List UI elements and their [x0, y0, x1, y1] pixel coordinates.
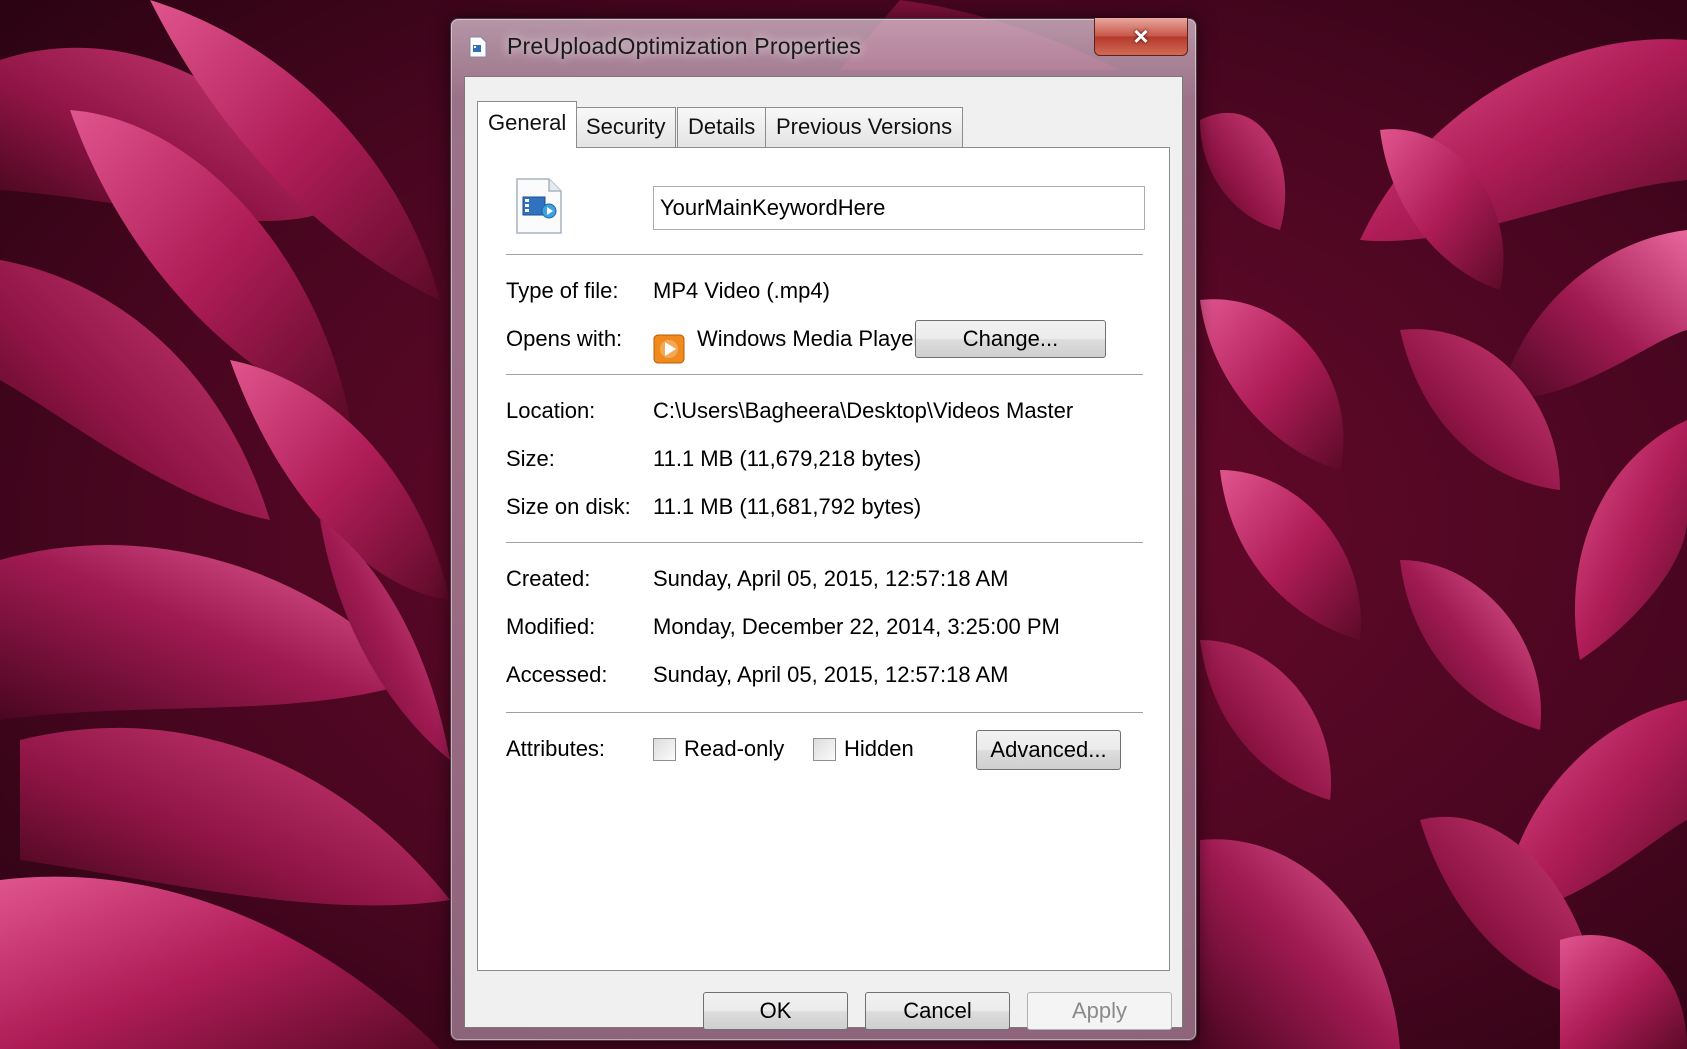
hidden-label[interactable]: Hidden [844, 736, 914, 762]
close-button[interactable]: × [1094, 18, 1188, 56]
advanced-button[interactable]: Advanced... [976, 730, 1121, 770]
windows-media-player-icon [653, 334, 685, 364]
tab-general[interactable]: General [477, 101, 578, 148]
window-title: PreUploadOptimization Properties [507, 33, 862, 59]
location-label: Location: [506, 398, 596, 423]
apply-button[interactable]: Apply [1027, 992, 1172, 1030]
separator [506, 374, 1143, 376]
type-of-file-value: MP4 Video (.mp4) [653, 278, 830, 303]
file-name-input[interactable] [653, 186, 1145, 230]
size-label: Size: [506, 446, 555, 471]
close-icon: × [1133, 21, 1149, 51]
size-on-disk-value: 11.1 MB (11,681,792 bytes) [653, 494, 922, 519]
separator [506, 542, 1143, 544]
tab-security[interactable]: Security [575, 107, 677, 147]
tab-previous-versions[interactable]: Previous Versions [765, 107, 964, 147]
accessed-label: Accessed: [506, 662, 608, 687]
video-file-icon [469, 36, 487, 58]
hidden-checkbox[interactable] [813, 738, 836, 761]
cancel-button[interactable]: Cancel [865, 992, 1010, 1030]
created-value: Sunday, April 05, 2015, 12:57:18 AM [653, 566, 1009, 591]
type-of-file-label: Type of file: [506, 278, 619, 303]
attributes-label: Attributes: [506, 736, 606, 761]
separator [506, 254, 1143, 256]
created-label: Created: [506, 566, 591, 591]
read-only-label[interactable]: Read-only [684, 736, 784, 762]
modified-value: Monday, December 22, 2014, 3:25:00 PM [653, 614, 1060, 639]
tab-details[interactable]: Details [677, 107, 767, 147]
dialog-body: General Security Details Previous Versio… [464, 76, 1183, 1030]
properties-dialog: PreUploadOptimization Properties × Gener… [450, 18, 1197, 1041]
location-value: C:\Users\Bagheera\Desktop\Videos Master [653, 398, 1074, 423]
video-file-icon [516, 178, 562, 234]
ok-button[interactable]: OK [703, 992, 848, 1030]
modified-label: Modified: [506, 614, 596, 639]
read-only-checkbox[interactable] [653, 738, 676, 761]
change-button[interactable]: Change... [915, 320, 1106, 358]
size-on-disk-label: Size on disk: [506, 494, 631, 519]
separator [506, 712, 1143, 714]
general-panel: Type of file: MP4 Video (.mp4) Opens wit… [477, 147, 1170, 971]
opens-with-value: Windows Media Player [697, 326, 921, 351]
accessed-value: Sunday, April 05, 2015, 12:57:18 AM [653, 662, 1009, 687]
size-value: 11.1 MB (11,679,218 bytes) [653, 446, 922, 471]
opens-with-label: Opens with: [506, 326, 623, 351]
